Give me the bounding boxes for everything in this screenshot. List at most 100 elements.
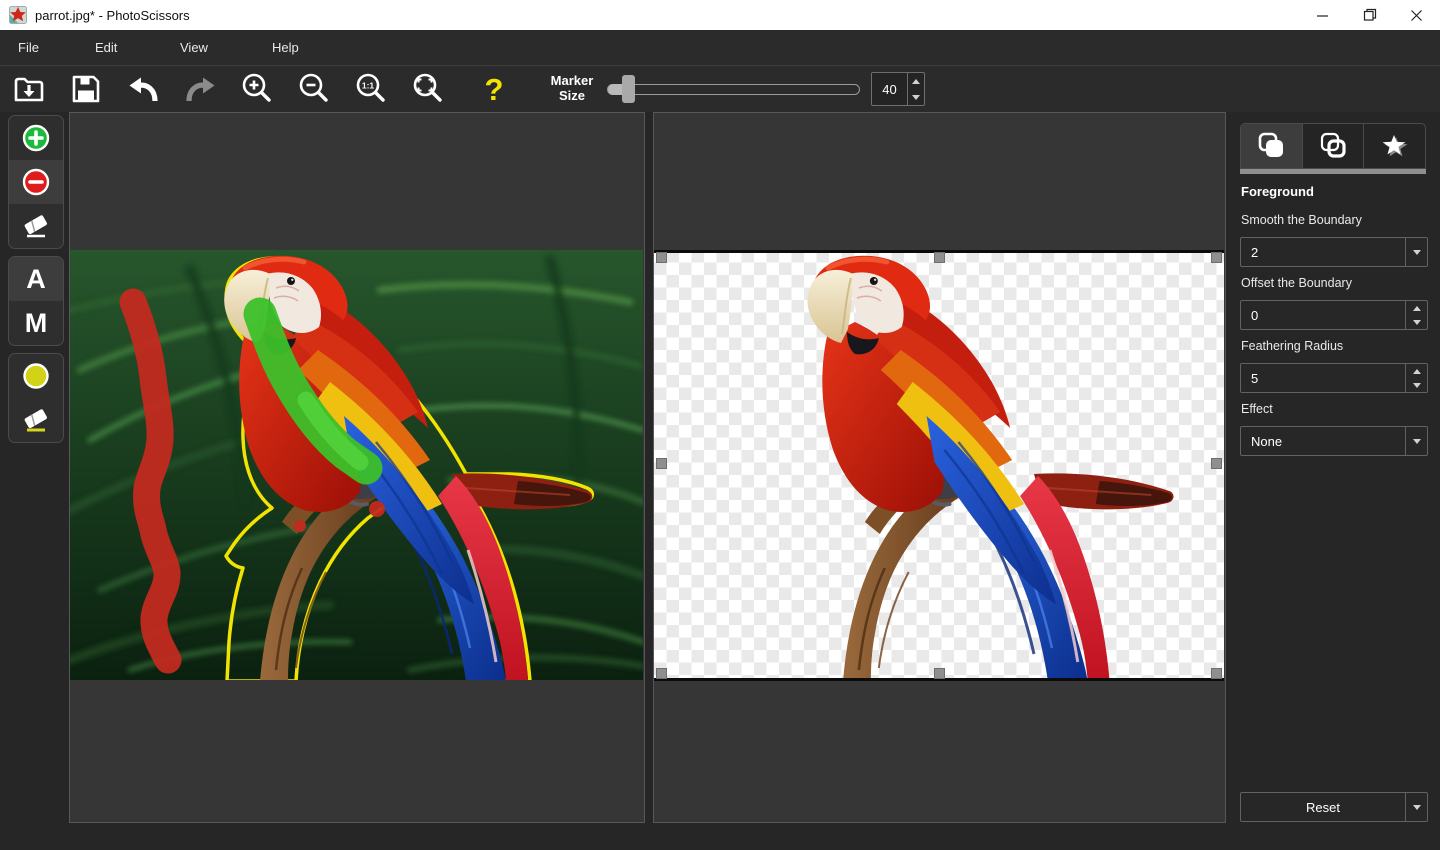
feathering-radius-down-button[interactable] — [1406, 378, 1427, 392]
help-icon: ? — [485, 74, 504, 105]
smooth-boundary-value: 2 — [1241, 238, 1405, 266]
resize-handle-bottom-center[interactable] — [934, 668, 945, 679]
resize-handle-middle-left[interactable] — [656, 458, 667, 469]
resize-handle-bottom-right[interactable] — [1211, 668, 1222, 679]
tab-foreground[interactable] — [1241, 124, 1303, 168]
dropdown-arrow-icon — [1413, 439, 1421, 444]
restore-icon — [1363, 8, 1377, 22]
effect-dropdown-button[interactable] — [1405, 427, 1427, 455]
star-tab-icon — [1379, 130, 1411, 162]
offset-boundary-arrows — [1405, 301, 1427, 329]
open-button[interactable] — [7, 69, 51, 109]
toolbar: 1:1 ? Marker Size 40 — [0, 66, 1440, 112]
manual-mode-button[interactable]: M — [9, 301, 63, 345]
redo-button[interactable] — [178, 69, 222, 109]
zoom-actual-size-icon: 1:1 — [354, 72, 388, 106]
help-button[interactable]: ? — [472, 69, 516, 109]
menu-file-label: File — [18, 40, 39, 55]
menu-view-label: View — [180, 40, 208, 55]
menu-view[interactable]: View — [170, 30, 218, 65]
marker-size-label: Marker Size — [543, 74, 601, 104]
resize-handle-middle-right[interactable] — [1211, 458, 1222, 469]
dropdown-arrow-icon — [1413, 805, 1421, 810]
tab-effects[interactable] — [1364, 124, 1425, 168]
resize-handle-bottom-left[interactable] — [656, 668, 667, 679]
background-tab-icon — [1317, 130, 1349, 162]
app-icon — [9, 6, 27, 24]
marker-size-spinbox[interactable]: 40 — [871, 72, 925, 106]
smooth-boundary-label: Smooth the Boundary — [1241, 213, 1362, 227]
zoom-actual-size-text: 1:1 — [362, 81, 375, 91]
undo-button[interactable] — [121, 69, 165, 109]
arrow-up-icon — [1413, 369, 1421, 374]
close-button[interactable] — [1393, 0, 1440, 30]
marker-size-value: 40 — [872, 73, 907, 105]
resize-handle-top-center[interactable] — [934, 252, 945, 263]
yellow-boundary-eraser-button[interactable] — [9, 398, 63, 442]
offset-boundary-spinner[interactable]: 0 — [1240, 300, 1428, 330]
zoom-in-icon — [240, 72, 274, 106]
feathering-radius-arrows — [1405, 364, 1427, 392]
zoom-in-button[interactable] — [235, 69, 279, 109]
offset-boundary-down-button[interactable] — [1406, 315, 1427, 329]
spin-up-button[interactable] — [908, 73, 924, 89]
effect-value: None — [1241, 427, 1405, 455]
feathering-radius-spinner[interactable]: 5 — [1240, 363, 1428, 393]
reset-dropdown-button[interactable] — [1405, 793, 1427, 821]
green-plus-icon — [21, 123, 51, 153]
menu-help[interactable]: Help — [262, 30, 309, 65]
menu-bar: File Edit View Help — [0, 30, 1440, 66]
tabs-underline — [1240, 169, 1426, 174]
manual-mode-label: M — [25, 308, 48, 339]
zoom-actual-size-button[interactable]: 1:1 — [349, 69, 393, 109]
feathering-radius-value: 5 — [1241, 364, 1405, 392]
red-minus-icon — [21, 167, 51, 197]
properties-tabs — [1240, 123, 1426, 169]
save-button[interactable] — [64, 69, 108, 109]
background-marker-dot — [294, 520, 306, 532]
zoom-out-button[interactable] — [292, 69, 336, 109]
zoom-fit-button[interactable] — [406, 69, 450, 109]
window-title: parrot.jpg* - PhotoScissors — [35, 8, 190, 23]
offset-boundary-up-button[interactable] — [1406, 301, 1427, 315]
slider-groove — [607, 84, 860, 95]
slider-handle[interactable] — [622, 75, 635, 103]
menu-edit[interactable]: Edit — [85, 30, 127, 65]
boundary-tool-group — [8, 353, 64, 443]
minimize-icon — [1316, 9, 1329, 22]
reset-button[interactable]: Reset — [1240, 792, 1428, 822]
arrow-up-icon — [1413, 306, 1421, 311]
minimize-button[interactable] — [1299, 0, 1346, 30]
auto-mode-button[interactable]: A — [9, 257, 63, 301]
smooth-boundary-dropdown-button[interactable] — [1405, 238, 1427, 266]
spin-arrows — [907, 73, 924, 105]
result-transparency-area[interactable] — [654, 250, 1224, 681]
tab-background[interactable] — [1303, 124, 1365, 168]
open-file-icon — [12, 72, 46, 106]
properties-panel: Foreground Smooth the Boundary 2 Offset … — [1232, 112, 1440, 850]
feathering-radius-label: Feathering Radius — [1241, 339, 1343, 353]
resize-handle-top-left[interactable] — [656, 252, 667, 263]
add-foreground-marker-button[interactable] — [9, 116, 63, 160]
smooth-boundary-dropdown[interactable]: 2 — [1240, 237, 1428, 267]
feathering-radius-up-button[interactable] — [1406, 364, 1427, 378]
foreground-tab-icon — [1255, 130, 1287, 162]
spin-down-button[interactable] — [908, 89, 924, 105]
arrow-down-icon — [1413, 383, 1421, 388]
effect-label: Effect — [1241, 402, 1273, 416]
section-title: Foreground — [1241, 184, 1314, 199]
effect-dropdown[interactable]: None — [1240, 426, 1428, 456]
remove-background-marker-button[interactable] — [9, 160, 63, 204]
menu-file[interactable]: File — [8, 30, 49, 65]
resize-handle-top-right[interactable] — [1211, 252, 1222, 263]
source-photo[interactable] — [70, 250, 643, 680]
result-image-canvas[interactable] — [653, 112, 1226, 823]
menu-edit-label: Edit — [95, 40, 117, 55]
marker-eraser-button[interactable] — [9, 204, 63, 248]
yellow-boundary-marker-button[interactable] — [9, 354, 63, 398]
zoom-fit-icon — [411, 72, 445, 106]
source-image-canvas[interactable] — [69, 112, 645, 823]
arrow-down-icon — [912, 95, 920, 100]
marker-size-slider[interactable] — [607, 74, 860, 104]
restore-button[interactable] — [1346, 0, 1393, 30]
